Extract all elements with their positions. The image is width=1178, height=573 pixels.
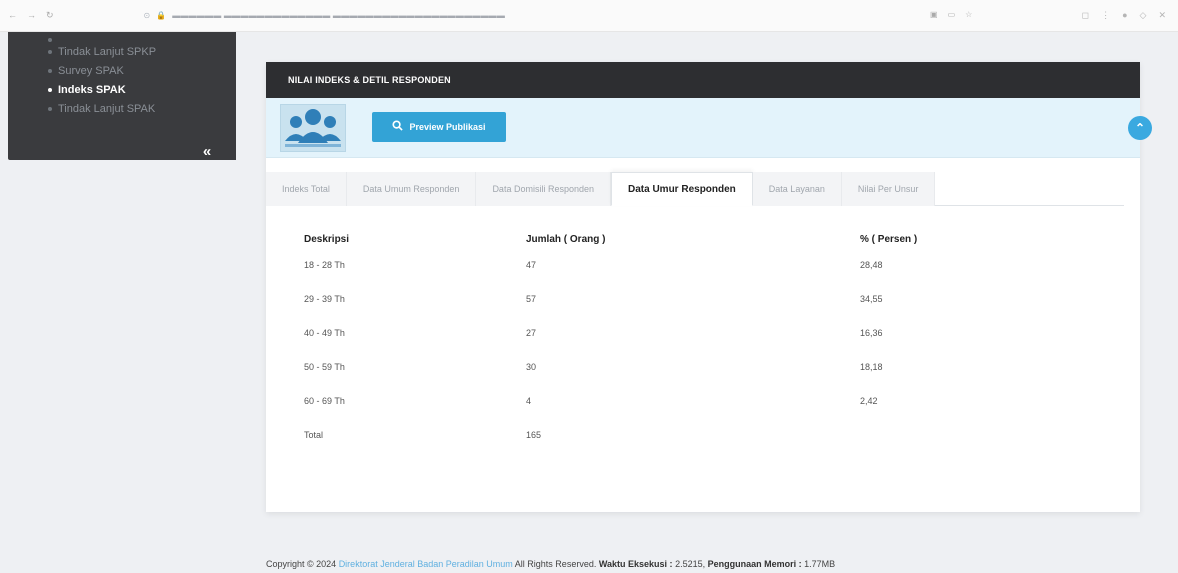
people-group-icon (280, 104, 346, 152)
index-panel: NILAI INDEKS & DETIL RESPONDEN Preview P… (266, 62, 1152, 512)
menu-icon[interactable]: ✕ (1158, 10, 1166, 21)
table-row: 50 - 59 Th 30 18,18 (304, 350, 1124, 384)
panel-title: NILAI INDEKS & DETIL RESPONDEN (266, 62, 1140, 98)
url-text: ▬▬▬▬▬▬ ▬▬▬▬▬▬▬▬▬▬▬▬▬ ▬▬▬▬▬▬▬▬▬▬▬▬▬▬▬▬▬▬▬… (172, 11, 506, 20)
shield-icon[interactable]: ◇ (1140, 10, 1147, 21)
column-header-jumlah: Jumlah ( Orang ) (526, 233, 606, 245)
cell-jumlah: 30 (526, 362, 537, 372)
browser-toolbar: ← → ↻ ⊙ 🔒 ▬▬▬▬▬▬ ▬▬▬▬▬▬▬▬▬▬▬▬▬ ▬▬▬▬▬▬▬▬▬… (0, 0, 1178, 32)
sidebar-item-label: Tindak Lanjut SPKP (58, 45, 157, 58)
screenshot-icon[interactable]: ▣ (930, 10, 938, 19)
bullet-icon (48, 49, 52, 54)
preview-button-label: Preview Publikasi (409, 122, 486, 132)
tab-data-umur-responden[interactable]: Data Umur Responden (611, 172, 753, 206)
sidebar-item-label: Indeks SPAK (58, 83, 126, 96)
forward-icon[interactable]: → (27, 10, 36, 21)
profile-icon[interactable]: ● (1122, 10, 1127, 21)
lock-icon: 🔒 (156, 11, 167, 20)
footer-mem-value: 1.77MB (804, 559, 836, 569)
bullet-icon (48, 68, 52, 73)
cell-deskripsi: 29 - 39 Th (304, 294, 345, 304)
table-row: 29 - 39 Th 57 34,55 (304, 282, 1124, 316)
sidebar-item-survey-spak[interactable]: Survey SPAK (8, 61, 236, 80)
extension-icon[interactable]: ◻ (1082, 10, 1089, 21)
cell-jumlah: 27 (526, 328, 537, 338)
tab-data-domisili-responden[interactable]: Data Domisili Responden (476, 172, 611, 206)
preview-publikasi-button[interactable]: Preview Publikasi (372, 112, 506, 142)
address-bar[interactable]: ⊙ 🔒 ▬▬▬▬▬▬ ▬▬▬▬▬▬▬▬▬▬▬▬▬ ▬▬▬▬▬▬▬▬▬▬▬▬▬▬▬… (144, 11, 506, 20)
scroll-up-button[interactable]: ⌃ (1128, 116, 1152, 140)
table-row: 18 - 28 Th 47 28,48 (304, 248, 1124, 282)
zoom-icon[interactable]: ▭ (948, 10, 956, 19)
bookmark-star-icon[interactable]: ☆ (965, 10, 972, 19)
reload-icon[interactable]: ↻ (46, 10, 54, 21)
cell-jumlah: 47 (526, 260, 537, 270)
browser-extensions: ◻ ⋮ ● ◇ ✕ (1082, 10, 1166, 21)
table-total-row: Total 165 (304, 418, 1124, 452)
cell-persen: 16,36 (860, 328, 883, 338)
column-header-deskripsi: Deskripsi (304, 233, 350, 245)
cell-persen: 28,48 (860, 260, 883, 270)
sidebar-item-label: Tindak Lanjut SPAK (58, 102, 156, 115)
panel-hero: Preview Publikasi ⌃ (266, 98, 1152, 158)
cell-persen: 18,18 (860, 362, 883, 372)
page-footer: Copyright © 2024 Direktorat Jenderal Bad… (266, 559, 835, 569)
cell-jumlah: 57 (526, 294, 537, 304)
footer-org-link[interactable]: Direktorat Jenderal Badan Peradilan Umum (339, 559, 513, 569)
table-row: 60 - 69 Th 4 2,42 (304, 384, 1124, 418)
table-row: 40 - 49 Th 27 16,36 (304, 316, 1124, 350)
sidebar-item-indeks-spak[interactable]: Indeks SPAK (8, 80, 236, 99)
cell-persen: 2,42 (860, 396, 878, 406)
footer-mem-label: Penggunaan Memori : (707, 559, 802, 569)
bullet-icon (48, 106, 52, 111)
zoom-controls: ▣ ▭ ☆ (930, 10, 972, 19)
tab-bar: Indeks Total Data Umum Responden Data Do… (266, 172, 1124, 206)
search-icon (392, 120, 404, 134)
footer-copyright: Copyright © 2024 (266, 559, 337, 569)
sidebar: Tindak Lanjut SPKP Survey SPAK Indeks SP… (8, 32, 236, 160)
footer-rights: All Rights Reserved. (514, 559, 597, 569)
cell-deskripsi: 60 - 69 Th (304, 396, 345, 406)
sidebar-collapse-button[interactable]: « (196, 140, 218, 162)
chevron-up-icon: ⌃ (1134, 121, 1146, 135)
bullet-icon (48, 87, 52, 92)
cell-deskripsi: 40 - 49 Th (304, 328, 345, 338)
footer-exec-value: 2.5215, (675, 559, 706, 569)
cell-jumlah: 165 (526, 430, 542, 440)
sidebar-menu: Tindak Lanjut SPKP Survey SPAK Indeks SP… (8, 32, 236, 118)
sidebar-item-label: Survey SPAK (58, 64, 124, 77)
tab-data-umum-responden[interactable]: Data Umum Responden (346, 172, 477, 206)
sidebar-item-tindak-lanjut-spak[interactable]: Tindak Lanjut SPAK (8, 99, 236, 118)
footer-exec-label: Waktu Eksekusi : (598, 559, 673, 569)
age-table-container: Deskripsi Jumlah ( Orang ) % ( Persen ) … (304, 230, 1124, 452)
tab-nilai-per-unsur[interactable]: Nilai Per Unsur (841, 172, 936, 206)
back-icon[interactable]: ← (8, 10, 17, 21)
age-table: Deskripsi Jumlah ( Orang ) % ( Persen ) … (304, 230, 1124, 452)
table-header-row: Deskripsi Jumlah ( Orang ) % ( Persen ) (304, 230, 1124, 248)
cell-deskripsi: 50 - 59 Th (304, 362, 345, 372)
sidebar-item-tindak-lanjut-spkp[interactable]: Tindak Lanjut SPKP (8, 42, 236, 61)
bullet-icon (48, 38, 52, 42)
tab-indeks-total[interactable]: Indeks Total (266, 172, 347, 206)
cell-deskripsi: Total (304, 430, 324, 440)
page-info-icon[interactable]: ⊙ (144, 11, 151, 20)
cell-deskripsi: 18 - 28 Th (304, 260, 345, 270)
cell-jumlah: 4 (526, 396, 532, 406)
cell-persen: 34,55 (860, 294, 883, 304)
tab-data-layanan[interactable]: Data Layanan (752, 172, 842, 206)
column-header-persen: % ( Persen ) (860, 233, 918, 245)
browser-nav: ← → ↻ (8, 10, 54, 21)
sidebar-item-clipped[interactable] (8, 32, 236, 42)
pin-icon[interactable]: ⋮ (1101, 10, 1110, 21)
cell-persen (860, 418, 1124, 452)
